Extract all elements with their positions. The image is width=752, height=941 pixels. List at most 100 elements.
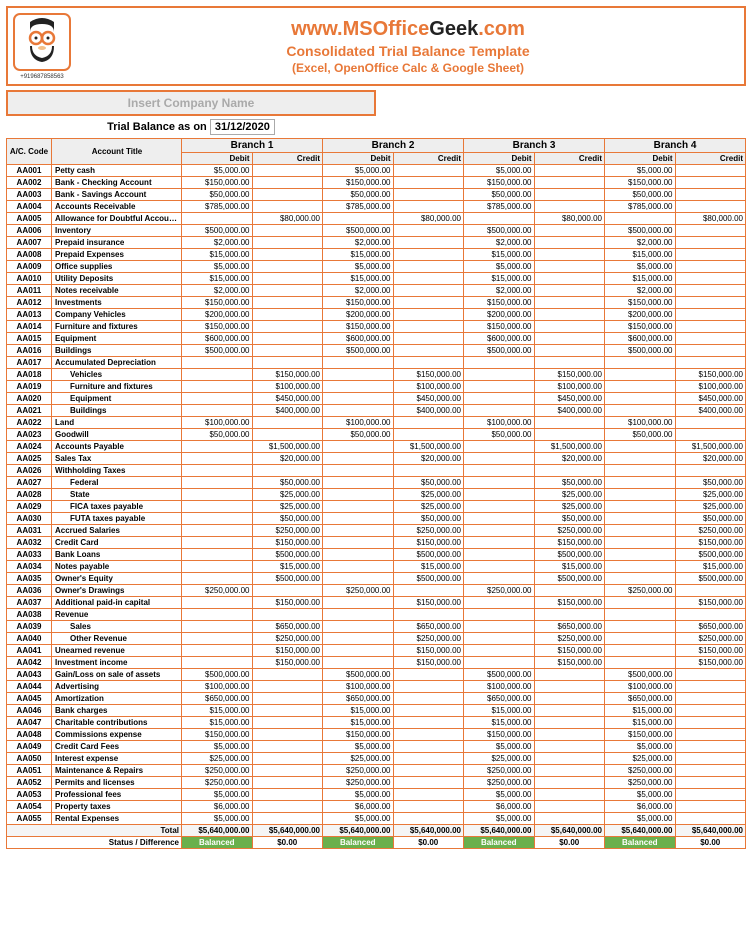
debit-cell[interactable]: [182, 561, 253, 573]
credit-cell[interactable]: [393, 333, 464, 345]
credit-cell[interactable]: [534, 753, 605, 765]
debit-cell[interactable]: [464, 489, 535, 501]
debit-cell[interactable]: $600,000.00: [464, 333, 535, 345]
debit-cell[interactable]: $650,000.00: [464, 693, 535, 705]
credit-cell[interactable]: [393, 729, 464, 741]
debit-cell[interactable]: $2,000.00: [464, 285, 535, 297]
debit-cell[interactable]: $200,000.00: [464, 309, 535, 321]
debit-cell[interactable]: [323, 597, 394, 609]
debit-cell[interactable]: $5,000.00: [464, 789, 535, 801]
debit-cell[interactable]: [323, 441, 394, 453]
debit-cell[interactable]: $5,000.00: [605, 789, 676, 801]
credit-cell[interactable]: $80,000.00: [675, 213, 746, 225]
debit-cell[interactable]: [182, 477, 253, 489]
date-field[interactable]: 31/12/2020: [210, 119, 275, 135]
credit-cell[interactable]: $450,000.00: [393, 393, 464, 405]
debit-cell[interactable]: [182, 633, 253, 645]
credit-cell[interactable]: [534, 225, 605, 237]
debit-cell[interactable]: $6,000.00: [323, 801, 394, 813]
debit-cell[interactable]: [605, 513, 676, 525]
credit-cell[interactable]: $150,000.00: [252, 369, 323, 381]
credit-cell[interactable]: $50,000.00: [534, 513, 605, 525]
debit-cell[interactable]: [182, 405, 253, 417]
credit-cell[interactable]: [252, 693, 323, 705]
credit-cell[interactable]: [675, 813, 746, 825]
credit-cell[interactable]: $25,000.00: [393, 489, 464, 501]
credit-cell[interactable]: [393, 681, 464, 693]
credit-cell[interactable]: [252, 801, 323, 813]
debit-cell[interactable]: [464, 549, 535, 561]
debit-cell[interactable]: $250,000.00: [323, 777, 394, 789]
credit-cell[interactable]: $150,000.00: [252, 597, 323, 609]
credit-cell[interactable]: $150,000.00: [534, 657, 605, 669]
credit-cell[interactable]: [393, 429, 464, 441]
debit-cell[interactable]: $200,000.00: [323, 309, 394, 321]
debit-cell[interactable]: $5,000.00: [182, 261, 253, 273]
credit-cell[interactable]: [393, 273, 464, 285]
debit-cell[interactable]: $100,000.00: [182, 681, 253, 693]
credit-cell[interactable]: [534, 309, 605, 321]
credit-cell[interactable]: [675, 261, 746, 273]
debit-cell[interactable]: $5,000.00: [605, 261, 676, 273]
credit-cell[interactable]: [252, 165, 323, 177]
debit-cell[interactable]: $15,000.00: [464, 705, 535, 717]
credit-cell[interactable]: $250,000.00: [675, 633, 746, 645]
credit-cell[interactable]: $50,000.00: [252, 477, 323, 489]
credit-cell[interactable]: $500,000.00: [393, 573, 464, 585]
debit-cell[interactable]: $500,000.00: [464, 669, 535, 681]
credit-cell[interactable]: [252, 201, 323, 213]
credit-cell[interactable]: $100,000.00: [393, 381, 464, 393]
debit-cell[interactable]: $6,000.00: [605, 801, 676, 813]
debit-cell[interactable]: [323, 405, 394, 417]
debit-cell[interactable]: $150,000.00: [464, 177, 535, 189]
credit-cell[interactable]: [534, 201, 605, 213]
credit-cell[interactable]: $400,000.00: [393, 405, 464, 417]
debit-cell[interactable]: $5,000.00: [323, 813, 394, 825]
debit-cell[interactable]: [605, 213, 676, 225]
credit-cell[interactable]: [675, 297, 746, 309]
debit-cell[interactable]: [605, 381, 676, 393]
debit-cell[interactable]: $15,000.00: [605, 705, 676, 717]
debit-cell[interactable]: $500,000.00: [182, 669, 253, 681]
debit-cell[interactable]: $15,000.00: [323, 717, 394, 729]
debit-cell[interactable]: [182, 537, 253, 549]
credit-cell[interactable]: $25,000.00: [675, 501, 746, 513]
debit-cell[interactable]: $100,000.00: [323, 417, 394, 429]
credit-cell[interactable]: $150,000.00: [393, 537, 464, 549]
debit-cell[interactable]: $100,000.00: [605, 417, 676, 429]
credit-cell[interactable]: [393, 237, 464, 249]
debit-cell[interactable]: $5,000.00: [323, 741, 394, 753]
credit-cell[interactable]: [252, 813, 323, 825]
debit-cell[interactable]: [182, 609, 253, 621]
credit-cell[interactable]: $150,000.00: [252, 657, 323, 669]
credit-cell[interactable]: [534, 273, 605, 285]
credit-cell[interactable]: [675, 753, 746, 765]
debit-cell[interactable]: [605, 657, 676, 669]
debit-cell[interactable]: $600,000.00: [605, 333, 676, 345]
credit-cell[interactable]: [534, 177, 605, 189]
debit-cell[interactable]: $6,000.00: [182, 801, 253, 813]
debit-cell[interactable]: $250,000.00: [464, 765, 535, 777]
debit-cell[interactable]: $500,000.00: [182, 225, 253, 237]
credit-cell[interactable]: [675, 273, 746, 285]
credit-cell[interactable]: [534, 165, 605, 177]
debit-cell[interactable]: $785,000.00: [464, 201, 535, 213]
debit-cell[interactable]: $50,000.00: [464, 189, 535, 201]
credit-cell[interactable]: $150,000.00: [675, 597, 746, 609]
credit-cell[interactable]: [534, 333, 605, 345]
debit-cell[interactable]: $500,000.00: [464, 225, 535, 237]
debit-cell[interactable]: [323, 537, 394, 549]
debit-cell[interactable]: $25,000.00: [182, 753, 253, 765]
debit-cell[interactable]: [182, 213, 253, 225]
credit-cell[interactable]: [393, 345, 464, 357]
credit-cell[interactable]: $500,000.00: [252, 549, 323, 561]
credit-cell[interactable]: $500,000.00: [675, 549, 746, 561]
debit-cell[interactable]: [182, 381, 253, 393]
debit-cell[interactable]: [323, 609, 394, 621]
credit-cell[interactable]: $650,000.00: [675, 621, 746, 633]
debit-cell[interactable]: $500,000.00: [323, 669, 394, 681]
credit-cell[interactable]: $20,000.00: [252, 453, 323, 465]
credit-cell[interactable]: [393, 177, 464, 189]
debit-cell[interactable]: $15,000.00: [464, 249, 535, 261]
debit-cell[interactable]: [464, 477, 535, 489]
